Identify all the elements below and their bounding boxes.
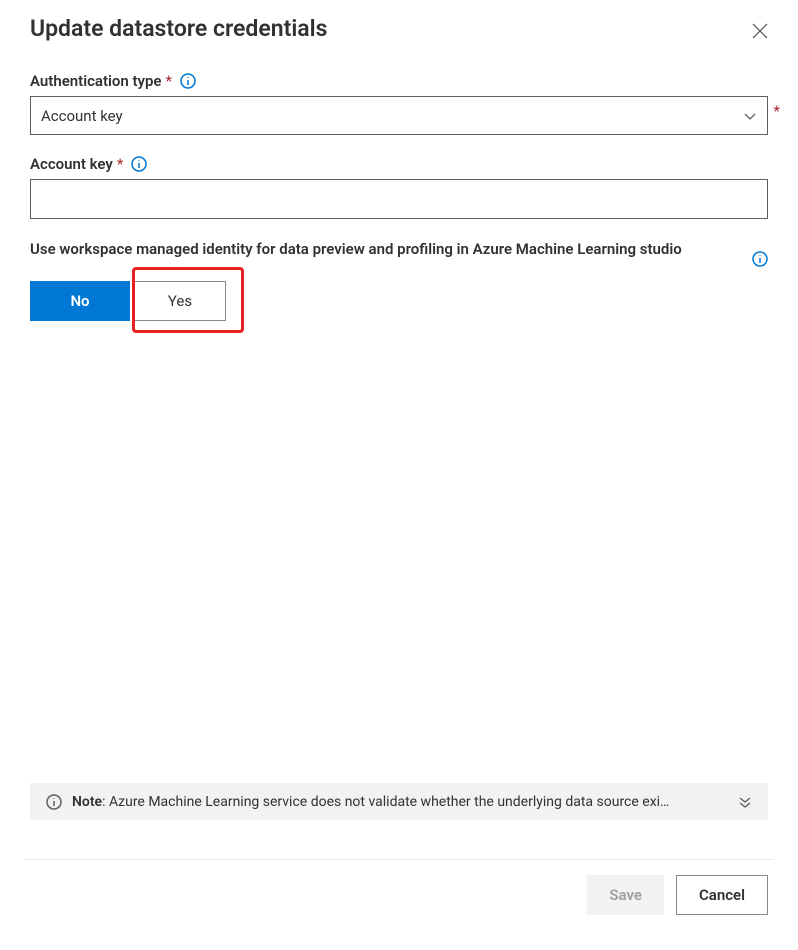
expand-icon[interactable] [738, 795, 752, 809]
info-icon [46, 794, 62, 810]
required-marker: * [774, 102, 780, 120]
auth-type-value: Account key [41, 107, 123, 125]
note-bar: Note: Azure Machine Learning service doe… [30, 783, 768, 820]
auth-type-dropdown[interactable]: Account key [30, 96, 768, 135]
info-icon[interactable] [180, 73, 196, 89]
required-marker: * [166, 72, 172, 90]
managed-identity-label: Use workspace managed identity for data … [30, 239, 682, 260]
info-icon[interactable] [752, 251, 768, 267]
save-button[interactable]: Save [587, 875, 664, 915]
note-text: Note: Azure Machine Learning service doe… [72, 794, 728, 810]
divider [24, 859, 774, 860]
account-key-label: Account key [30, 155, 113, 173]
chevron-down-icon [743, 109, 757, 123]
info-icon[interactable] [131, 156, 147, 172]
toggle-no-button[interactable]: No [30, 281, 130, 321]
cancel-button[interactable]: Cancel [676, 875, 768, 915]
required-marker: * [117, 155, 123, 173]
panel-title: Update datastore credentials [30, 15, 327, 42]
toggle-yes-button[interactable]: Yes [134, 281, 226, 321]
close-icon[interactable] [752, 23, 768, 39]
auth-type-label: Authentication type [30, 72, 162, 90]
account-key-input[interactable] [30, 179, 768, 219]
